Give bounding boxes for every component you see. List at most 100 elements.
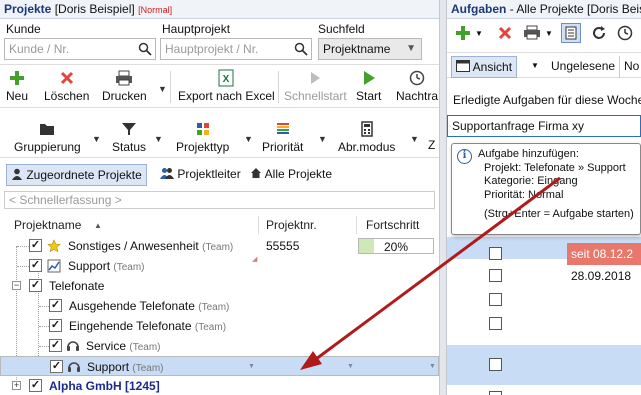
checkbox[interactable]: [489, 317, 502, 330]
list-view-icon[interactable]: [561, 23, 581, 43]
start-button[interactable]: Start: [356, 69, 381, 103]
row-name: Support (Team): [68, 259, 145, 273]
printer-icon[interactable]: [523, 25, 541, 41]
drucken-label: Drucken: [102, 89, 147, 103]
task-row-selected[interactable]: [447, 345, 641, 385]
neu-button[interactable]: Neu: [6, 69, 28, 103]
tree-row[interactable]: ✓ Sonstiges / Anwesenheit (Team) 55555 2…: [0, 236, 439, 256]
plus-icon: [10, 71, 24, 85]
task-row[interactable]: [447, 313, 641, 335]
z-button[interactable]: Z: [428, 120, 435, 152]
gruppierung-button[interactable]: Gruppierung: [14, 120, 81, 154]
chevron-down-icon[interactable]: ▼: [531, 61, 539, 70]
search-icon[interactable]: [138, 42, 152, 56]
refresh-icon[interactable]: [591, 25, 607, 41]
add-task-tooltip: i Aufgabe hinzufügen: Projekt: Telefonat…: [451, 143, 641, 235]
checkbox[interactable]: ✓: [49, 339, 62, 352]
chevron-down-icon[interactable]: ▼: [347, 363, 354, 370]
row-label: Eingehende Telefonate: [69, 319, 192, 333]
tree-row[interactable]: ✓ Eingehende Telefonate (Team): [0, 316, 439, 336]
loeschen-label: Löschen: [44, 89, 90, 103]
column-separator: [356, 216, 357, 234]
clock-icon[interactable]: [617, 25, 633, 41]
expand-icon[interactable]: +: [12, 381, 21, 390]
ansicht-button[interactable]: Ansicht: [451, 56, 518, 78]
checkbox[interactable]: ✓: [49, 299, 62, 312]
headset-icon: [67, 341, 79, 351]
export-excel-button[interactable]: X Export nach Excel: [178, 69, 275, 103]
chevron-down-icon[interactable]: ▼: [475, 29, 483, 38]
row-label: Support: [68, 259, 111, 273]
chevron-down-icon[interactable]: ▼: [545, 29, 553, 38]
checkbox[interactable]: ✓: [29, 239, 42, 252]
chevron-down-icon[interactable]: ▼: [318, 134, 327, 144]
chart-icon: [47, 259, 61, 273]
no-button[interactable]: No: [619, 56, 641, 78]
tree-row[interactable]: ✓ Ausgehende Telefonate (Team): [0, 296, 439, 316]
tab-projektleiter[interactable]: Projektleiter: [156, 164, 245, 186]
tree-row[interactable]: ✓ Service (Team): [0, 336, 439, 356]
task-row[interactable]: seit 08.12.2: [447, 243, 641, 265]
tree-row-selected[interactable]: ✓ Support (Team) ▼ ▼ ▼: [0, 356, 439, 376]
checkbox[interactable]: [489, 269, 502, 282]
chevron-down-icon[interactable]: ▼: [92, 134, 101, 144]
chevron-down-icon[interactable]: ▼: [410, 134, 419, 144]
chevron-down-icon[interactable]: ▼: [248, 363, 255, 370]
column-fortschritt[interactable]: Fortschritt: [366, 218, 419, 232]
collapse-icon[interactable]: −: [12, 281, 21, 290]
nachtrag-button[interactable]: Nachtra: [396, 69, 438, 103]
chevron-down-icon[interactable]: ▼: [244, 134, 253, 144]
checkbox[interactable]: ✓: [29, 259, 42, 272]
team-label: (Team): [194, 322, 227, 333]
status-button[interactable]: Status: [112, 120, 146, 154]
search-icon[interactable]: [294, 42, 308, 56]
corner-marker: ◢: [252, 256, 258, 263]
schnellerfassung-input[interactable]: < Schnellerfassung >: [4, 191, 435, 209]
progress-value: 20%: [383, 240, 409, 254]
checkbox[interactable]: [489, 391, 502, 395]
task-row[interactable]: [447, 289, 641, 311]
tasks-titlebar: Aufgaben - Alle Projekte [Doris Beispiel…: [447, 0, 641, 19]
tree-row[interactable]: − ✓ Telefonate: [0, 276, 439, 296]
checkbox[interactable]: ✓: [29, 379, 42, 392]
hauptprojekt-input[interactable]: Hauptprojekt / Nr.: [160, 38, 312, 60]
column-projektnr[interactable]: Projektnr.: [266, 218, 317, 232]
task-date: 28.09.2018: [571, 269, 632, 283]
plus-icon[interactable]: [455, 25, 471, 41]
suchfeld-select[interactable]: Projektname ▼: [318, 38, 422, 60]
abrmodus-button[interactable]: Abr.modus: [338, 120, 395, 154]
loeschen-button[interactable]: Löschen: [44, 69, 89, 103]
tab-alle-projekte[interactable]: Alle Projekte: [246, 164, 336, 186]
headset-icon: [68, 362, 80, 372]
task-quick-input[interactable]: Supportanfrage Firma xy: [447, 115, 641, 137]
pane-splitter[interactable]: [439, 0, 447, 395]
checkbox[interactable]: ✓: [49, 319, 62, 332]
chevron-down-icon[interactable]: ▼: [158, 84, 167, 94]
schnellstart-button[interactable]: Schnellstart: [284, 69, 347, 103]
checkbox[interactable]: ✓: [29, 279, 42, 292]
ungelesene-button[interactable]: Ungelesene: [547, 56, 619, 78]
checkbox[interactable]: ✓: [50, 360, 63, 373]
column-projektname[interactable]: Projektname: [14, 218, 81, 232]
kunde-input[interactable]: Kunde / Nr.: [4, 38, 156, 60]
chevron-down-icon[interactable]: ▼: [429, 363, 436, 370]
tasks-toolbar: ▼ ▼: [447, 22, 641, 46]
tab-zugeordnete-projekte[interactable]: Zugeordnete Projekte: [6, 164, 147, 186]
task-row[interactable]: [447, 387, 641, 395]
prioritaet-button[interactable]: Priorität: [262, 120, 303, 154]
checkbox[interactable]: [489, 358, 502, 371]
delete-icon[interactable]: [497, 25, 513, 41]
chevron-down-icon[interactable]: ▼: [154, 134, 163, 144]
tree-row[interactable]: + ✓ Alpha GmbH [1245]: [0, 376, 439, 395]
suchfeld-value: Projektname: [323, 42, 391, 56]
tree-row[interactable]: ✓ Support (Team) ◢: [0, 256, 439, 276]
task-row[interactable]: 28.09.2018: [447, 265, 641, 287]
row-label: Service: [86, 339, 127, 353]
projekttyp-button[interactable]: Projekttyp: [176, 120, 229, 154]
checkbox[interactable]: [489, 247, 502, 260]
tooltip-kategorie: Kategorie: Eingang: [484, 175, 578, 187]
priority-icon: [276, 123, 289, 134]
team-label: (Team): [202, 242, 234, 253]
drucken-button[interactable]: Drucken: [102, 69, 147, 103]
checkbox[interactable]: [489, 293, 502, 306]
